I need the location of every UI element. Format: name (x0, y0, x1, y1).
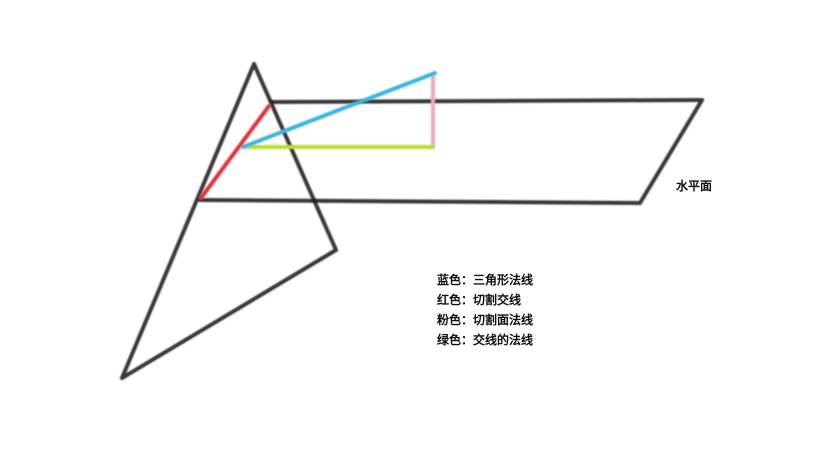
triangle (120, 62, 338, 380)
legend-item-red: 红色：切割交线 (437, 292, 521, 307)
blue-line (241, 71, 437, 149)
plane-edge-bottom (198, 198, 642, 205)
legend-item-blue: 蓝色：三角形法线 (437, 272, 533, 287)
legend-item-pink: 粉色：切割面法线 (437, 312, 533, 327)
triangle-edge-right (252, 62, 338, 252)
construction-lines (199, 71, 437, 200)
plane-label: 水平面 (676, 178, 712, 193)
legend: 蓝色：三角形法线 红色：切割交线 粉色：切割面法线 绿色：交线的法线 (437, 272, 533, 347)
triangle-edge-bottom (120, 248, 338, 380)
triangle-edge-left (120, 62, 256, 380)
diagram-canvas: 水平面 蓝色：三角形法线 红色：切割交线 粉色：切割面法线 绿色：交线的法线 (120, 62, 712, 380)
legend-item-green: 绿色：交线的法线 (437, 332, 533, 347)
plane-edge-top (270, 98, 704, 104)
red-line (199, 104, 271, 200)
